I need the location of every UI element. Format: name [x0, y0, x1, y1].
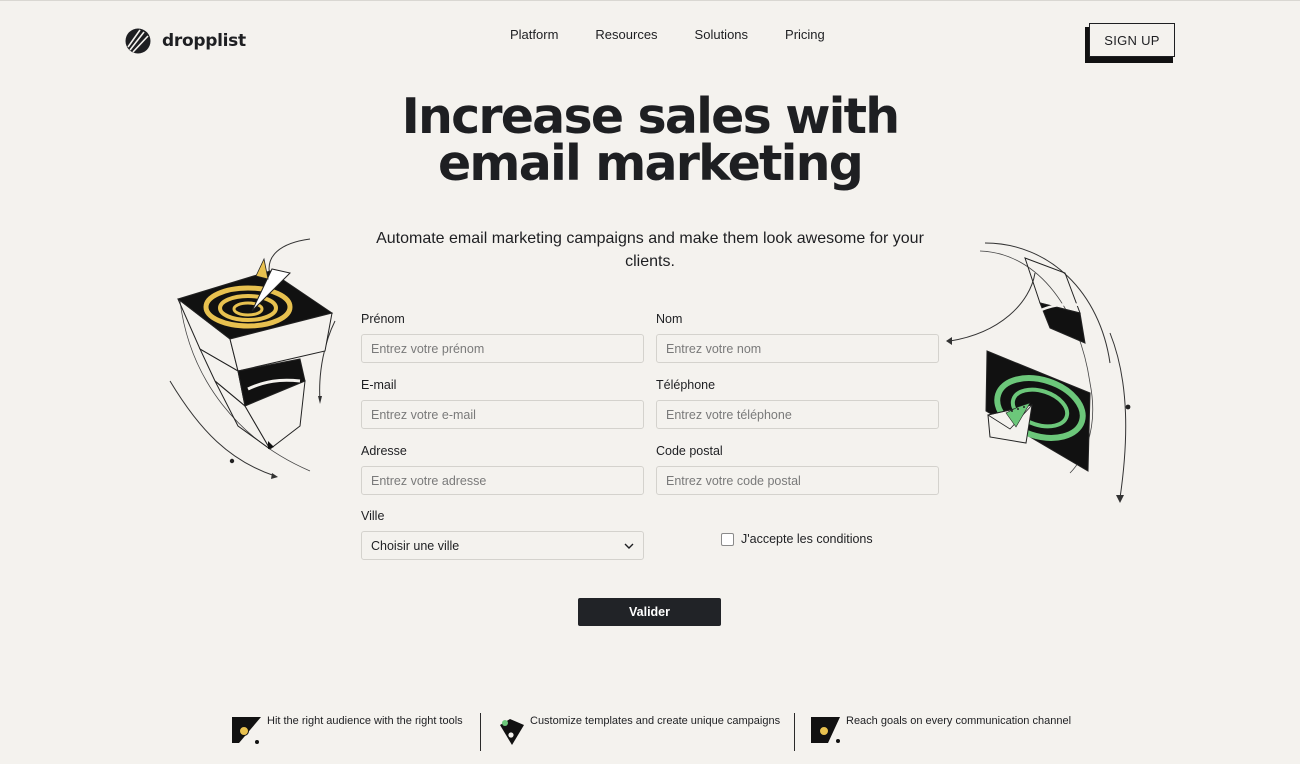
last-name-input[interactable]: [656, 334, 939, 363]
feature-divider: [794, 713, 795, 751]
city-select-value: Choisir une ville: [371, 538, 460, 553]
city-select[interactable]: Choisir une ville: [361, 531, 644, 560]
audience-icon: [232, 717, 261, 744]
chevron-down-icon: [624, 543, 634, 549]
last-name-field: Nom: [656, 312, 939, 363]
headline-line-2: email marketing: [438, 135, 864, 192]
terms-checkbox-row[interactable]: J'accepte les conditions: [721, 532, 873, 546]
phone-input[interactable]: [656, 400, 939, 429]
email-input[interactable]: [361, 400, 644, 429]
header: dropplist Platform Resources Solutions P…: [0, 1, 1300, 73]
feature-text-audience: Hit the right audience with the right to…: [267, 715, 463, 727]
city-label: Ville: [361, 509, 385, 523]
dropplist-logo-icon: [125, 28, 151, 54]
phone-field: Téléphone: [656, 378, 939, 429]
feature-text-templates: Customize templates and create unique ca…: [530, 715, 781, 727]
postal-code-field: Code postal: [656, 444, 939, 495]
postal-code-label: Code postal: [656, 444, 723, 458]
last-name-label: Nom: [656, 312, 683, 326]
nav-platform[interactable]: Platform: [510, 27, 558, 42]
address-field: Adresse: [361, 444, 644, 495]
features-bar: Hit the right audience with the right to…: [0, 711, 1300, 751]
terms-checkbox[interactable]: [721, 532, 734, 546]
feature-divider: [480, 713, 481, 751]
feature-item-channels: Reach goals on every communication chann…: [810, 715, 1071, 745]
feature-text-channels: Reach goals on every communication chann…: [846, 715, 1072, 727]
first-name-label: Prénom: [361, 312, 405, 326]
first-name-input[interactable]: [361, 334, 644, 363]
feature-item-templates: Customize templates and create unique ca…: [496, 715, 780, 747]
page-title: Increase sales with email marketing: [0, 92, 1300, 188]
channel-icon: [811, 717, 840, 743]
ballot-box-illustration: [169, 238, 336, 479]
envelope-portal-illustration: [946, 242, 1131, 503]
signup-button[interactable]: SIGN UP: [1089, 23, 1175, 57]
nav-resources[interactable]: Resources: [595, 27, 657, 42]
address-input[interactable]: [361, 466, 644, 495]
brand-name: dropplist: [162, 31, 246, 51]
signup-button-wrap: SIGN UP: [1085, 23, 1177, 63]
submit-button[interactable]: Valider: [578, 598, 721, 626]
first-name-field: Prénom: [361, 312, 644, 363]
nav-solutions[interactable]: Solutions: [695, 27, 748, 42]
address-label: Adresse: [361, 444, 407, 458]
email-label: E-mail: [361, 378, 397, 392]
brand-logo[interactable]: dropplist: [124, 27, 246, 55]
terms-label: J'accepte les conditions: [741, 532, 873, 546]
nav-pricing[interactable]: Pricing: [785, 27, 825, 42]
city-field: Ville Choisir une ville: [361, 509, 644, 560]
feature-item-audience: Hit the right audience with the right to…: [231, 715, 463, 745]
hero-subtitle: Automate email marketing campaigns and m…: [376, 230, 924, 270]
postal-code-input[interactable]: [656, 466, 939, 495]
template-icon: [500, 719, 524, 745]
main-nav: Platform Resources Solutions Pricing: [510, 27, 825, 42]
phone-label: Téléphone: [656, 378, 716, 392]
email-field: E-mail: [361, 378, 644, 429]
